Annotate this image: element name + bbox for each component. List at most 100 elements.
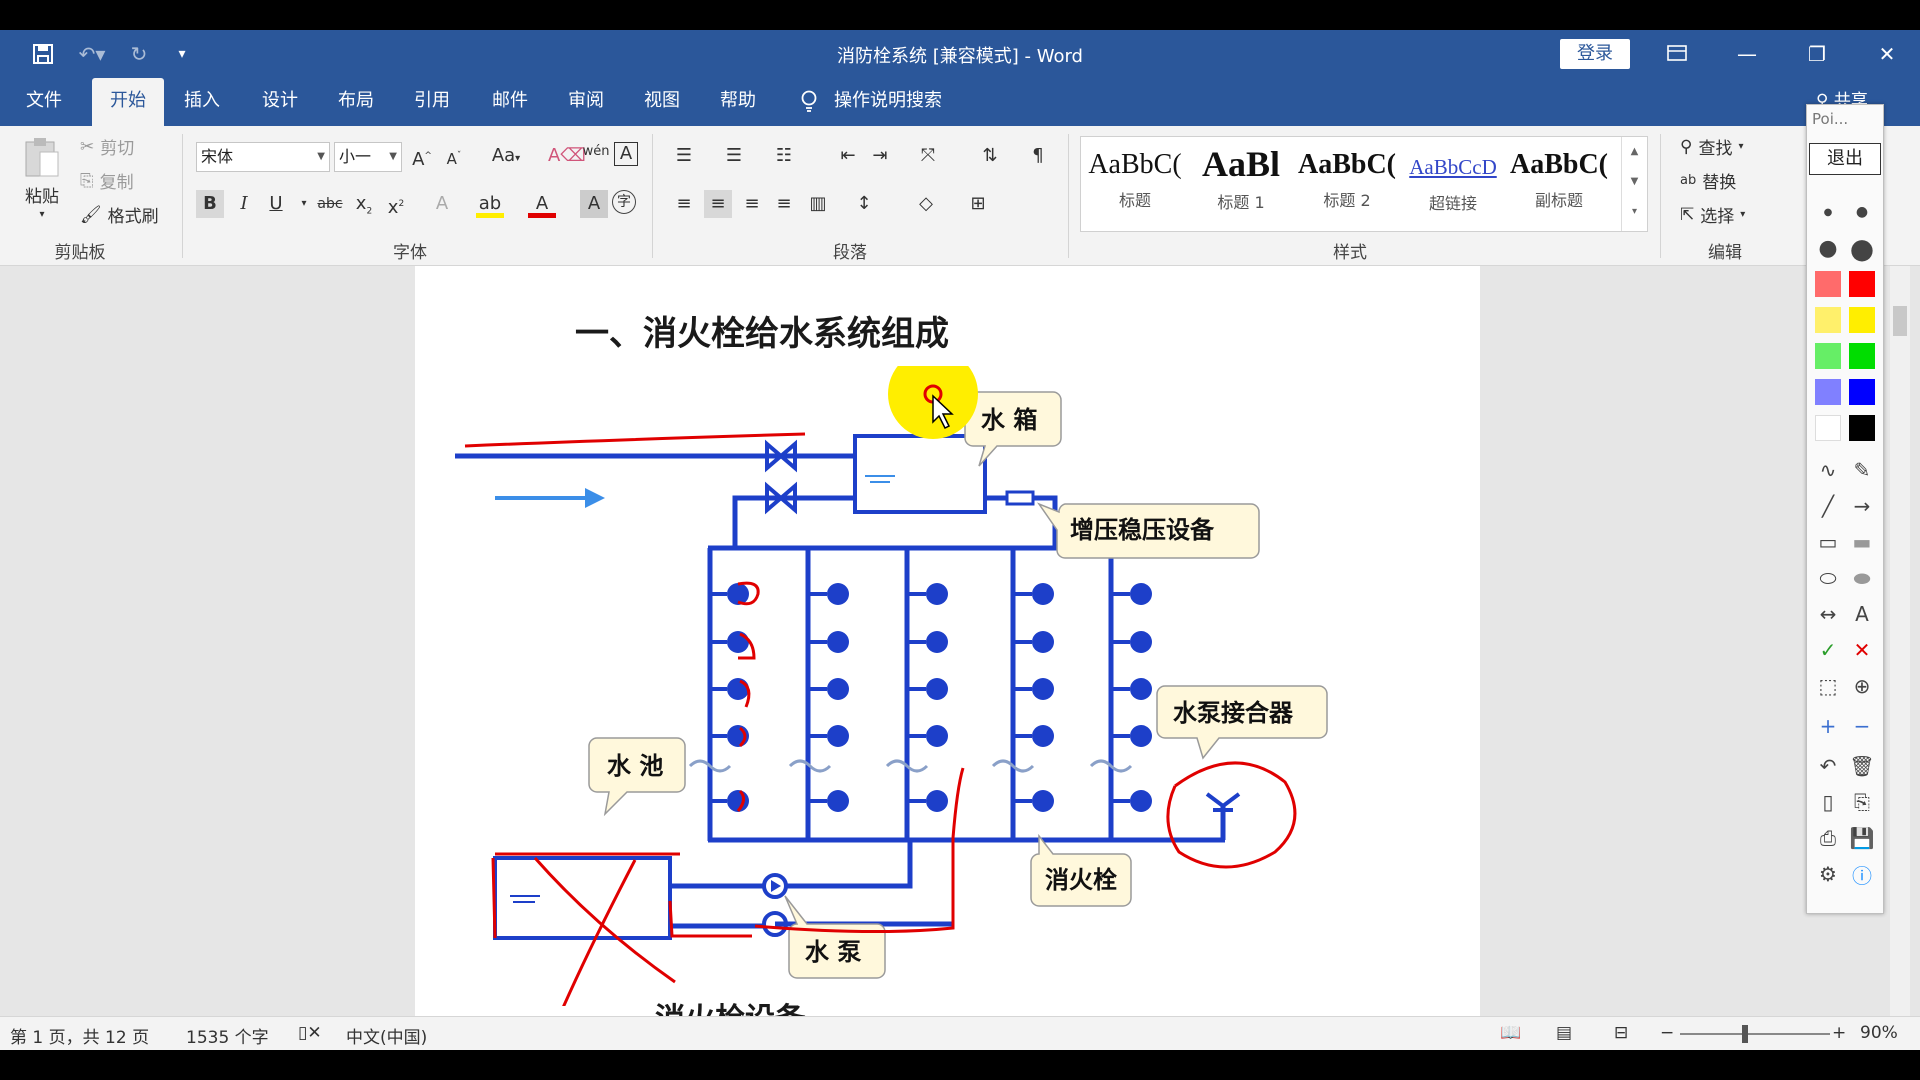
tab-references[interactable]: 引用 — [402, 78, 462, 126]
exit-button[interactable]: 退出 — [1809, 143, 1881, 175]
pen-size-medium-icon[interactable]: ● — [1847, 197, 1877, 227]
scrollbar-thumb[interactable] — [1893, 306, 1907, 336]
style-title[interactable]: AaBbC(标题 — [1083, 137, 1187, 231]
tab-help[interactable]: 帮助 — [708, 78, 768, 126]
copy-button[interactable]: ⎘ 复制 — [80, 168, 134, 194]
style-heading-1[interactable]: AaBl 标题 1 — [1189, 137, 1293, 231]
save-ink-icon[interactable]: 💾 — [1847, 823, 1877, 853]
enclose-character-icon[interactable]: 字 — [612, 190, 636, 214]
sort-icon[interactable]: ⇅ — [976, 142, 1004, 170]
tab-review[interactable]: 审阅 — [556, 78, 616, 126]
trash-icon[interactable]: 🗑 — [1847, 751, 1877, 781]
color-swatch[interactable] — [1815, 379, 1841, 405]
color-swatch[interactable] — [1849, 415, 1875, 441]
tab-layout[interactable]: 布局 — [326, 78, 386, 126]
crop-icon[interactable]: ⬚ — [1813, 671, 1843, 701]
language[interactable]: 中文(中国) — [346, 1023, 427, 1048]
line-tool-icon[interactable]: ╱ — [1813, 491, 1843, 521]
login-button[interactable]: 登录 — [1560, 39, 1630, 69]
distributed-icon[interactable]: ▥ — [804, 190, 832, 218]
text-effects-icon[interactable]: A — [428, 190, 456, 218]
font-name-combo[interactable]: 宋体 ▼ — [196, 142, 330, 172]
multilevel-list-icon[interactable]: ☷ — [770, 142, 798, 170]
restore-icon[interactable]: ❐ — [1794, 38, 1840, 70]
find-button[interactable]: ⚲ 查找 ▾ — [1680, 134, 1743, 160]
plus-icon[interactable]: + — [1813, 711, 1843, 741]
word-count[interactable]: 1535 个字 — [186, 1023, 269, 1048]
close-icon[interactable]: ✕ — [1864, 38, 1910, 70]
chevron-down-icon[interactable]: ▾ — [290, 190, 318, 218]
color-swatch[interactable] — [1815, 415, 1841, 441]
web-layout-icon[interactable]: ⊟ — [1614, 1023, 1628, 1043]
color-swatch[interactable] — [1849, 271, 1875, 297]
tab-file[interactable]: 文件 — [14, 78, 74, 126]
arrow-tool-icon[interactable]: → — [1847, 491, 1877, 521]
chinese-layout-icon[interactable]: ⤧ — [914, 142, 942, 170]
numbering-icon[interactable]: ☰ — [720, 142, 748, 170]
superscript-icon[interactable]: x2 — [382, 190, 410, 218]
rectangle-icon[interactable]: ▭ — [1813, 527, 1843, 557]
cut-button[interactable]: ✂ 剪切 — [80, 134, 134, 160]
subscript-icon[interactable]: x2 — [350, 190, 378, 218]
show-marks-icon[interactable]: ¶ — [1024, 142, 1052, 170]
color-swatch[interactable] — [1849, 343, 1875, 369]
proofing-icon[interactable]: ▯✕ — [298, 1023, 322, 1043]
line-spacing-icon[interactable]: ↕ — [850, 190, 878, 218]
decrease-indent-icon[interactable]: ⇤ — [834, 142, 862, 170]
bold-icon[interactable]: B — [196, 190, 224, 218]
color-swatch[interactable] — [1815, 343, 1841, 369]
font-size-combo[interactable]: 小一 ▼ — [334, 142, 402, 172]
color-swatch[interactable] — [1849, 307, 1875, 333]
tab-design[interactable]: 设计 — [250, 78, 310, 126]
highlight-icon[interactable]: ab — [476, 190, 504, 218]
borders-icon[interactable]: ⊞ — [964, 190, 992, 218]
tab-home[interactable]: 开始 — [92, 78, 164, 126]
clear-format-icon[interactable]: A⌫ — [548, 142, 586, 170]
zoom-level[interactable]: 90% — [1860, 1023, 1898, 1043]
styles-scroll[interactable]: ▲ ▼ ▾ — [1621, 137, 1647, 231]
pen-size-small-icon[interactable]: ● — [1813, 197, 1843, 227]
double-arrow-icon[interactable]: ↔ — [1813, 599, 1843, 629]
underline-icon[interactable]: U — [262, 190, 290, 218]
zoom-out-icon[interactable]: − — [1660, 1023, 1674, 1043]
style-subtitle[interactable]: AaBbC(副标题 — [1507, 137, 1611, 231]
ribbon-display-icon[interactable] — [1654, 38, 1700, 70]
strikethrough-icon[interactable]: abc — [316, 190, 344, 218]
check-icon[interactable]: ✓ — [1813, 635, 1843, 665]
phonetic-guide-button[interactable]: wén — [582, 138, 610, 166]
minus-icon[interactable]: − — [1847, 711, 1877, 741]
cross-icon[interactable]: ✕ — [1847, 635, 1877, 665]
vertical-scrollbar[interactable] — [1890, 266, 1910, 1016]
shrink-font-icon[interactable]: Aˇ — [440, 142, 468, 170]
undo-ink-icon[interactable]: ↶ — [1813, 751, 1843, 781]
increase-indent-icon[interactable]: ⇥ — [866, 142, 894, 170]
tab-insert[interactable]: 插入 — [172, 78, 232, 126]
character-border-icon[interactable]: A — [614, 142, 638, 166]
freehand-pen-icon[interactable]: ∿ — [1813, 455, 1843, 485]
align-right-icon[interactable]: ≡ — [738, 190, 766, 218]
format-painter-button[interactable]: 🖌 格式刷 — [80, 202, 159, 228]
align-left-icon[interactable]: ≡ — [670, 190, 698, 218]
pen-size-large-icon[interactable]: ● — [1813, 233, 1843, 263]
color-swatch[interactable] — [1815, 307, 1841, 333]
tab-view[interactable]: 视图 — [632, 78, 692, 126]
italic-icon[interactable]: I — [230, 190, 258, 218]
color-swatch[interactable] — [1815, 271, 1841, 297]
align-center-icon[interactable]: ≡ — [704, 190, 732, 218]
change-case-button[interactable]: Aa▾ — [484, 142, 528, 170]
new-page-icon[interactable]: ▯ — [1813, 787, 1843, 817]
tell-me-search[interactable]: 操作说明搜索 — [834, 78, 954, 126]
bullets-icon[interactable]: ☰ — [670, 142, 698, 170]
color-swatch[interactable] — [1849, 379, 1875, 405]
pen-size-xlarge-icon[interactable]: ● — [1847, 232, 1877, 265]
filled-ellipse-icon[interactable]: ⬬ — [1847, 563, 1877, 593]
zoom-slider-thumb[interactable] — [1742, 1025, 1748, 1043]
select-button[interactable]: ⇱ 选择 ▾ — [1680, 202, 1745, 228]
zoom-slider[interactable] — [1680, 1033, 1830, 1035]
zoom-icon[interactable]: ⊕ — [1847, 671, 1877, 701]
replace-button[interactable]: ab 替换 — [1680, 168, 1736, 193]
read-mode-icon[interactable]: 📖 — [1500, 1023, 1521, 1043]
settings-icon[interactable]: ⚙ — [1813, 859, 1843, 889]
tab-mailings[interactable]: 邮件 — [480, 78, 540, 126]
style-heading-2[interactable]: AaBbC(标题 2 — [1295, 137, 1399, 231]
